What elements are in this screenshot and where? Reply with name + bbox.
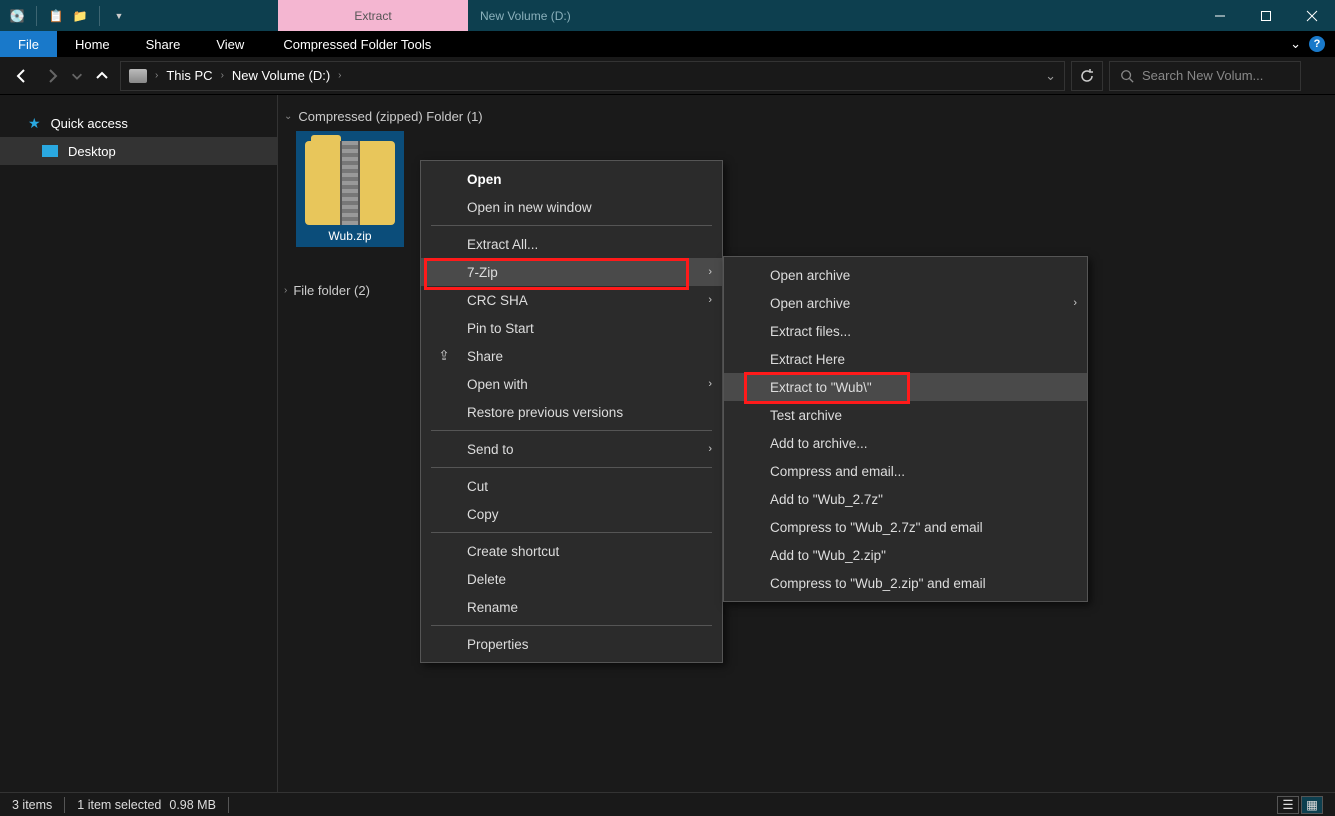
sidebar-item-desktop[interactable]: Desktop [0, 137, 277, 165]
star-icon: ★ [28, 115, 41, 132]
context-menu: Open Open in new window Extract All... 7… [420, 160, 723, 663]
chevron-right-icon: › [708, 294, 712, 306]
window-titlebar: 💽 📋 📁 ▼ Extract New Volume (D:) [0, 0, 1335, 31]
navigation-bar: › This PC › New Volume (D:) › ⌄ Search N… [0, 57, 1335, 95]
file-label: Wub.zip [300, 229, 400, 243]
menu-item-share[interactable]: ⇪Share [421, 342, 722, 370]
menu-item-send-to[interactable]: Send to› [421, 435, 722, 463]
minimize-button[interactable] [1197, 0, 1243, 31]
back-button[interactable] [10, 64, 34, 88]
submenu-item-open-archive-2[interactable]: Open archive› [724, 289, 1087, 317]
window-controls [1197, 0, 1335, 31]
breadcrumb-this-pc[interactable]: This PC [166, 68, 212, 83]
menu-item-restore-versions[interactable]: Restore previous versions [421, 398, 722, 426]
folder-icon[interactable]: 📁 [71, 7, 89, 25]
status-bar: 3 items 1 item selected 0.98 MB ☰ ▦ [0, 792, 1335, 816]
group-header-zipped[interactable]: ⌄ Compressed (zipped) Folder (1) [284, 105, 1329, 128]
address-dropdown-icon[interactable]: ⌄ [1045, 68, 1056, 84]
search-placeholder: Search New Volum... [1142, 68, 1263, 83]
menu-item-rename[interactable]: Rename [421, 593, 722, 621]
sidebar-item-quick-access[interactable]: ★ Quick access [0, 109, 277, 137]
window-title: New Volume (D:) [480, 9, 571, 23]
tab-share[interactable]: Share [128, 31, 199, 57]
submenu-item-extract-files[interactable]: Extract files... [724, 317, 1087, 345]
submenu-item-extract-to[interactable]: Extract to "Wub\" [724, 373, 1087, 401]
submenu-item-compress-zip-email[interactable]: Compress to "Wub_2.zip" and email [724, 569, 1087, 597]
forward-button[interactable] [40, 64, 64, 88]
menu-item-open[interactable]: Open [421, 165, 722, 193]
up-button[interactable] [90, 64, 114, 88]
chevron-right-icon[interactable]: › [155, 70, 158, 81]
menu-item-cut[interactable]: Cut [421, 472, 722, 500]
submenu-item-compress-email[interactable]: Compress and email... [724, 457, 1087, 485]
tab-compressed-tools[interactable]: Compressed Folder Tools [262, 31, 452, 57]
chevron-right-icon: › [708, 443, 712, 455]
submenu-item-test-archive[interactable]: Test archive [724, 401, 1087, 429]
tab-home[interactable]: Home [57, 31, 128, 57]
submenu-item-open-archive[interactable]: Open archive [724, 261, 1087, 289]
close-button[interactable] [1289, 0, 1335, 31]
address-bar[interactable]: › This PC › New Volume (D:) › ⌄ [120, 61, 1065, 91]
recent-dropdown[interactable] [70, 64, 84, 88]
submenu-item-add-to-archive[interactable]: Add to archive... [724, 429, 1087, 457]
status-size: 0.98 MB [169, 798, 216, 812]
chevron-right-icon[interactable]: › [221, 70, 224, 81]
quick-access-toolbar: 💽 📋 📁 ▼ [0, 0, 128, 31]
submenu-item-compress-7z-email[interactable]: Compress to "Wub_2.7z" and email [724, 513, 1087, 541]
group-header-folders[interactable]: › File folder (2) [284, 283, 370, 298]
desktop-icon [42, 145, 58, 157]
navigation-pane: ★ Quick access Desktop [0, 95, 278, 792]
tab-view[interactable]: View [198, 31, 262, 57]
menu-item-pin-to-start[interactable]: Pin to Start [421, 314, 722, 342]
drive-icon [129, 69, 147, 83]
file-item-wub-zip[interactable]: Wub.zip [296, 131, 404, 247]
sidebar-item-label: Desktop [68, 144, 116, 159]
sidebar-item-label: Quick access [51, 116, 128, 131]
menu-item-extract-all[interactable]: Extract All... [421, 230, 722, 258]
share-icon: ⇪ [435, 348, 453, 364]
zip-folder-icon [305, 135, 395, 225]
drive-icon: 💽 [8, 7, 26, 25]
view-toggles: ☰ ▦ [1277, 796, 1323, 814]
refresh-button[interactable] [1071, 61, 1103, 91]
submenu-7zip: Open archive Open archive› Extract files… [723, 256, 1088, 602]
contextual-tab-header: Extract [278, 0, 468, 31]
group-label: Compressed (zipped) Folder (1) [298, 109, 482, 124]
details-view-button[interactable]: ☰ [1277, 796, 1299, 814]
chevron-down-icon: ⌄ [284, 111, 292, 122]
menu-item-copy[interactable]: Copy [421, 500, 722, 528]
submenu-item-add-7z[interactable]: Add to "Wub_2.7z" [724, 485, 1087, 513]
breadcrumb-volume[interactable]: New Volume (D:) [232, 68, 330, 83]
help-icon[interactable]: ? [1309, 36, 1325, 52]
chevron-right-icon[interactable]: › [338, 70, 341, 81]
submenu-item-extract-here[interactable]: Extract Here [724, 345, 1087, 373]
icons-view-button[interactable]: ▦ [1301, 796, 1323, 814]
qat-dropdown-icon[interactable]: ▼ [110, 7, 128, 25]
chevron-right-icon: › [708, 378, 712, 390]
submenu-item-add-zip[interactable]: Add to "Wub_2.zip" [724, 541, 1087, 569]
chevron-right-icon: › [1073, 297, 1077, 309]
menu-item-crc-sha[interactable]: CRC SHA› [421, 286, 722, 314]
menu-item-7zip[interactable]: 7-Zip› [421, 258, 722, 286]
chevron-right-icon: › [284, 285, 287, 296]
status-selected-count: 1 item selected [77, 798, 161, 812]
file-tab[interactable]: File [0, 31, 57, 57]
chevron-right-icon: › [708, 266, 712, 278]
ribbon-collapse-icon[interactable]: ⌄ [1290, 36, 1301, 52]
menu-item-open-with[interactable]: Open with› [421, 370, 722, 398]
search-input[interactable]: Search New Volum... [1109, 61, 1301, 91]
menu-item-create-shortcut[interactable]: Create shortcut [421, 537, 722, 565]
ribbon-tabs: File Home Share View Compressed Folder T… [0, 31, 1335, 57]
menu-item-delete[interactable]: Delete [421, 565, 722, 593]
properties-icon[interactable]: 📋 [47, 7, 65, 25]
status-item-count: 3 items [12, 798, 52, 812]
maximize-button[interactable] [1243, 0, 1289, 31]
group-label: File folder (2) [293, 283, 370, 298]
search-icon [1120, 69, 1134, 83]
menu-item-properties[interactable]: Properties [421, 630, 722, 658]
menu-item-open-new-window[interactable]: Open in new window [421, 193, 722, 221]
